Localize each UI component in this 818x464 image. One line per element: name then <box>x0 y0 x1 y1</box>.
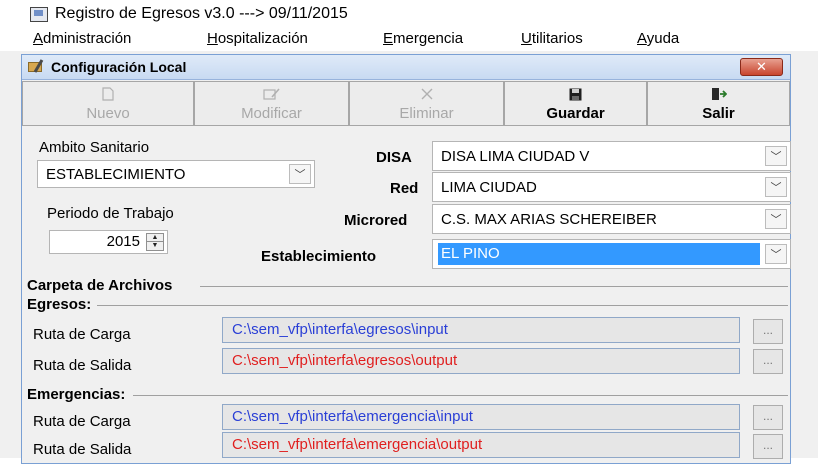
red-label: Red <box>390 180 419 197</box>
establecimiento-combo[interactable]: EL PINO ﹀ <box>432 239 791 269</box>
chevron-down-icon[interactable]: ﹀ <box>765 177 787 197</box>
ambito-sanitario-value: ESTABLECIMIENTO <box>46 166 186 183</box>
chevron-down-icon[interactable]: ﹀ <box>765 244 787 264</box>
menu-emergencia[interactable]: Emergencia <box>383 30 463 47</box>
dialog-close-button[interactable]: ✕ <box>740 58 783 76</box>
menu-ayuda[interactable]: Ayuda <box>637 30 679 47</box>
new-document-icon <box>23 86 193 102</box>
menu-administracion-label: dministración <box>43 30 132 47</box>
egresos-divider <box>97 305 788 306</box>
egresos-ruta-carga-label: Ruta de Carga <box>33 326 131 343</box>
emergencias-ruta-salida-field[interactable]: C:\sem_vfp\interfa\emergencia\output <box>222 432 740 458</box>
menu-hospitalizacion-label: ospitalización <box>217 30 308 47</box>
exit-door-icon <box>648 86 789 102</box>
main-titlebar: Registro de Egresos v3.0 ---> 09/11/2015 <box>0 0 818 29</box>
disa-value: DISA LIMA CIUDAD V <box>441 148 590 165</box>
disa-combo[interactable]: DISA LIMA CIUDAD V ﹀ <box>432 141 791 171</box>
periodo-trabajo-spinner[interactable]: 2015 ▲ ▼ <box>49 230 168 254</box>
chevron-down-icon[interactable]: ﹀ <box>289 164 311 184</box>
window-title: Registro de Egresos v3.0 ---> 09/11/2015 <box>55 5 348 22</box>
menu-emergencia-accelerator: E <box>383 30 394 47</box>
carpeta-archivos-title: Carpeta de Archivos <box>27 277 173 294</box>
emergencias-ruta-salida-browse-button[interactable]: ... <box>753 434 783 459</box>
carpeta-archivos-divider <box>200 286 788 287</box>
ambito-sanitario-label: Ambito Sanitario <box>39 139 150 156</box>
nuevo-button[interactable]: Nuevo <box>22 81 194 126</box>
chevron-down-icon[interactable]: ﹀ <box>765 146 787 166</box>
app-window: Registro de Egresos v3.0 ---> 09/11/2015… <box>0 0 818 464</box>
app-window-icon <box>30 7 48 22</box>
menu-hospitalizacion-accelerator: H <box>207 30 218 47</box>
modificar-button[interactable]: Modificar <box>194 81 349 126</box>
salir-label: Salir <box>702 105 735 122</box>
ambito-sanitario-combo[interactable]: ESTABLECIMIENTO ﹀ <box>37 160 315 188</box>
red-combo[interactable]: LIMA CIUDAD ﹀ <box>432 172 791 202</box>
edit-icon <box>195 86 348 102</box>
egresos-ruta-salida-field[interactable]: C:\sem_vfp\interfa\egresos\output <box>222 348 740 374</box>
delete-icon <box>350 86 503 102</box>
emergencias-ruta-carga-browse-button[interactable]: ... <box>753 405 783 430</box>
egresos-ruta-salida-label: Ruta de Salida <box>33 357 132 374</box>
menu-utilitarios-accelerator: U <box>521 30 532 47</box>
microred-value: C.S. MAX ARIAS SCHEREIBER <box>441 211 657 228</box>
chevron-down-icon[interactable]: ﹀ <box>765 209 787 229</box>
establecimiento-value: EL PINO <box>438 243 760 265</box>
egresos-title: Egresos: <box>27 296 92 313</box>
menu-ayuda-label: yuda <box>646 30 680 47</box>
menu-administracion-accelerator: A <box>33 30 44 47</box>
dialog-title: Configuración Local <box>51 59 187 75</box>
red-value: LIMA CIUDAD <box>441 179 537 196</box>
disa-label: DISA <box>376 149 412 166</box>
guardar-button[interactable]: Guardar <box>504 81 647 126</box>
spinner-arrows[interactable]: ▲ ▼ <box>146 233 164 251</box>
spinner-down-icon[interactable]: ▼ <box>147 242 163 250</box>
egresos-ruta-carga-browse-button[interactable]: ... <box>753 319 783 344</box>
emergencias-ruta-carga-field[interactable]: C:\sem_vfp\interfa\emergencia\input <box>222 404 740 430</box>
menu-emergencia-label: mergencia <box>393 30 464 47</box>
emergencias-ruta-carga-label: Ruta de Carga <box>33 413 131 430</box>
microred-label: Microred <box>344 212 408 229</box>
salir-button[interactable]: Salir <box>647 81 790 126</box>
configuracion-local-dialog: Configuración Local ✕ Nuevo Modificar El… <box>21 54 791 464</box>
menu-ayuda-accelerator: A <box>637 30 647 47</box>
egresos-ruta-carga-field[interactable]: C:\sem_vfp\interfa\egresos\input <box>222 317 740 343</box>
egresos-ruta-salida-value: C:\sem_vfp\interfa\egresos\output <box>232 352 458 369</box>
guardar-label: Guardar <box>546 105 605 122</box>
settings-wand-icon <box>28 59 45 74</box>
periodo-trabajo-label: Periodo de Trabajo <box>47 205 174 222</box>
eliminar-button[interactable]: Eliminar <box>349 81 504 126</box>
menu-utilitarios-label: tilitarios <box>531 30 583 47</box>
spinner-up-icon[interactable]: ▲ <box>147 234 163 242</box>
menu-hospitalizacion[interactable]: Hospitalización <box>207 30 308 47</box>
egresos-ruta-carga-value: C:\sem_vfp\interfa\egresos\input <box>232 321 448 338</box>
menubar: Administración Hospitalización Emergenci… <box>0 29 818 51</box>
eliminar-label: Eliminar <box>399 105 454 122</box>
dialog-titlebar: Configuración Local ✕ <box>22 55 790 80</box>
menu-utilitarios[interactable]: Utilitarios <box>521 30 583 47</box>
periodo-trabajo-value: 2015 <box>106 233 140 250</box>
microred-combo[interactable]: C.S. MAX ARIAS SCHEREIBER ﹀ <box>432 204 791 234</box>
toolbar: Nuevo Modificar Eliminar Guardar Salir <box>22 81 790 127</box>
egresos-ruta-salida-browse-button[interactable]: ... <box>753 349 783 374</box>
nuevo-label: Nuevo <box>86 105 130 122</box>
emergencias-ruta-salida-label: Ruta de Salida <box>33 441 132 458</box>
emergencias-title: Emergencias: <box>27 386 126 403</box>
menu-administracion[interactable]: Administración <box>33 30 131 47</box>
emergencias-divider <box>133 395 788 396</box>
emergencias-ruta-salida-value: C:\sem_vfp\interfa\emergencia\output <box>232 436 483 453</box>
save-floppy-icon <box>505 86 646 102</box>
emergencias-ruta-carga-value: C:\sem_vfp\interfa\emergencia\input <box>232 408 473 425</box>
establecimiento-label: Establecimiento <box>261 248 377 265</box>
modificar-label: Modificar <box>241 105 302 122</box>
